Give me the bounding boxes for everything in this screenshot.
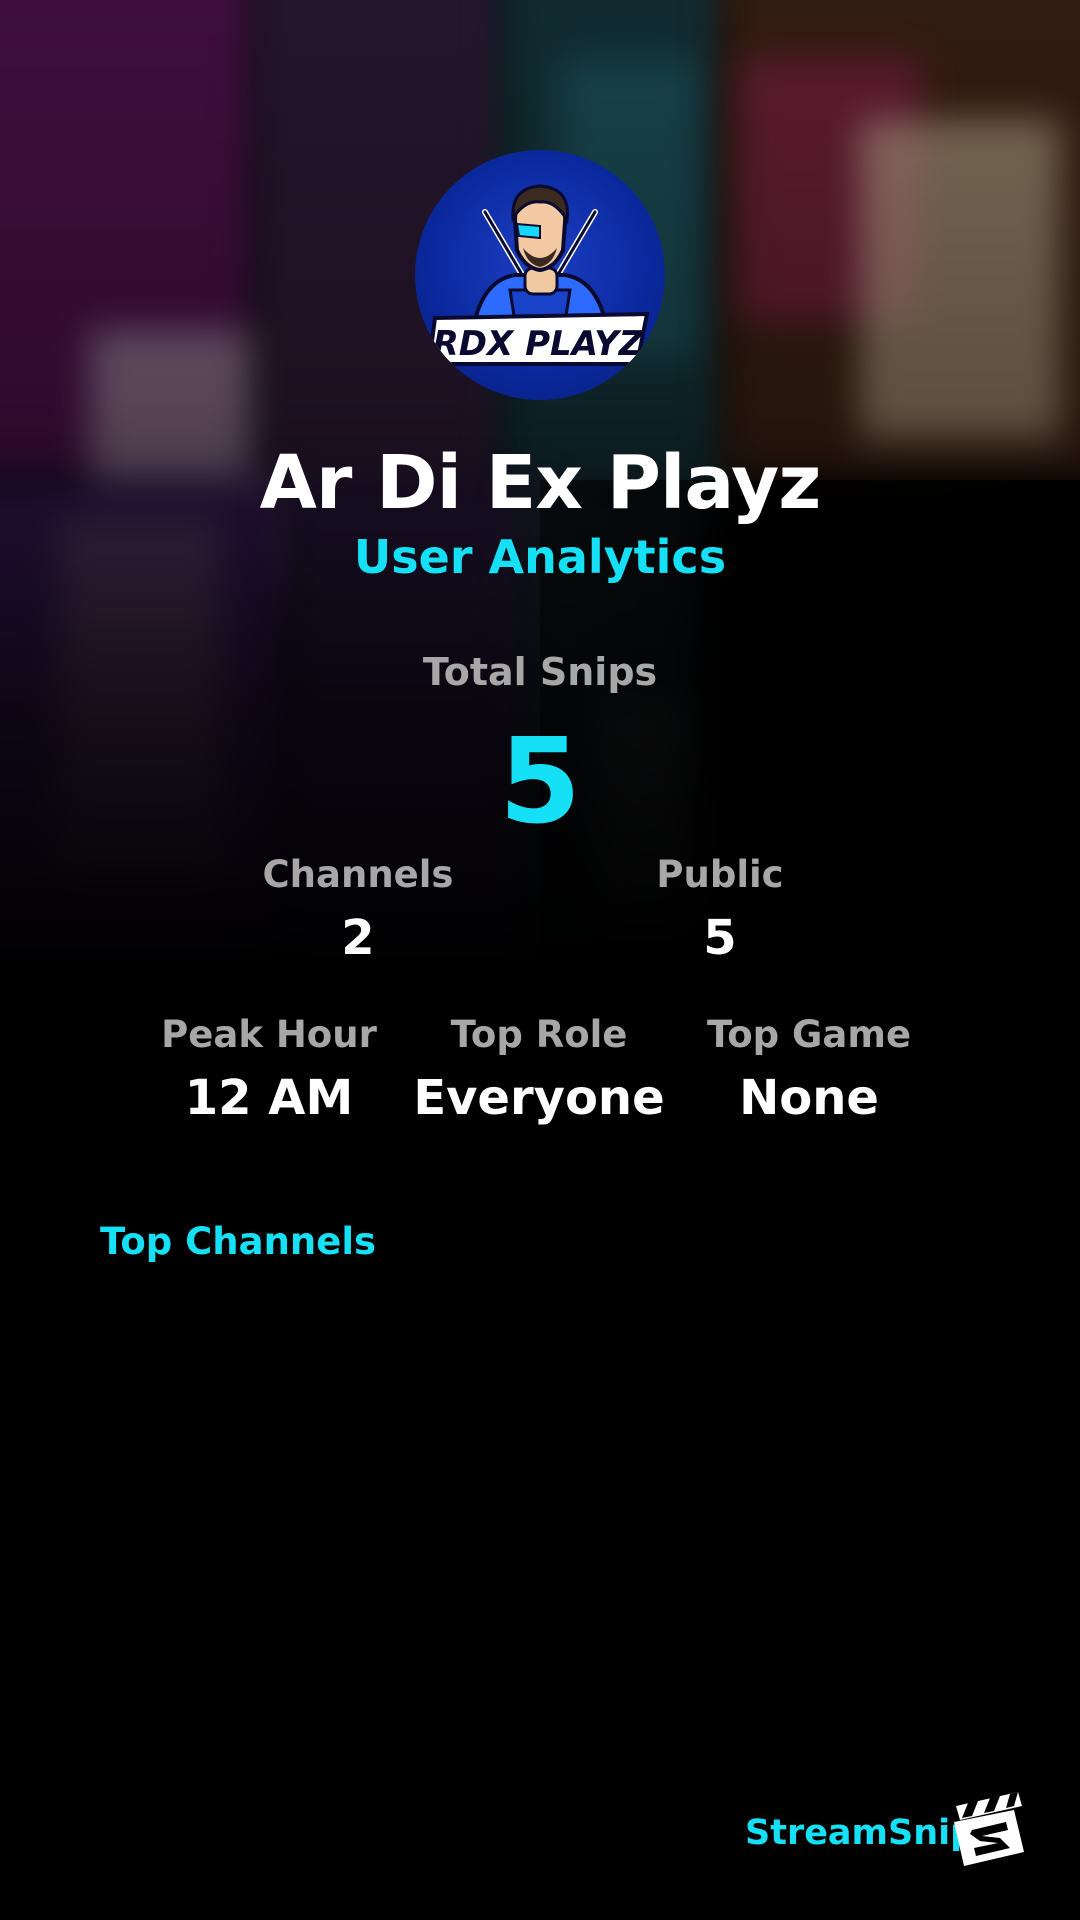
total-snips-label: Total Snips (422, 650, 658, 694)
avatar-banner-text: RDX PLAYZ (433, 324, 645, 364)
avatar: RDX PLAYZ (415, 150, 665, 400)
stat-top-role: Top Role Everyone (389, 1013, 689, 1126)
stat-top-game-value: None (739, 1070, 879, 1126)
top-channels-title: Top Channels (100, 1220, 377, 1263)
gamer-mascot-icon: RDX PLAYZ (426, 184, 650, 366)
page-subtitle: User Analytics (353, 530, 727, 584)
stat-top-game-label: Top Game (706, 1013, 912, 1056)
total-snips-value: 5 (498, 712, 582, 850)
stat-top-game: Top Game None (659, 1013, 959, 1126)
stat-peak-hour-value: 12 AM (184, 1070, 354, 1126)
user-name: Ar Di Ex Playz (259, 440, 822, 526)
analytics-card: RDX PLAYZ Ar Di Ex Playz User Analytics … (0, 0, 1080, 1920)
stat-peak-hour: Peak Hour 12 AM (119, 1013, 419, 1126)
stat-public: Public 5 (570, 853, 870, 966)
stat-channels: Channels 2 (208, 853, 508, 966)
stat-public-value: 5 (703, 910, 737, 966)
stat-peak-hour-label: Peak Hour (161, 1013, 377, 1056)
stat-public-label: Public (656, 853, 784, 896)
brand-name: StreamSnip (745, 1813, 976, 1853)
stat-channels-value: 2 (341, 910, 375, 966)
stat-top-role-label: Top Role (450, 1013, 628, 1056)
clapperboard-s-icon (954, 1792, 1024, 1866)
stat-channels-label: Channels (262, 853, 454, 896)
stat-top-role-value: Everyone (413, 1070, 665, 1126)
